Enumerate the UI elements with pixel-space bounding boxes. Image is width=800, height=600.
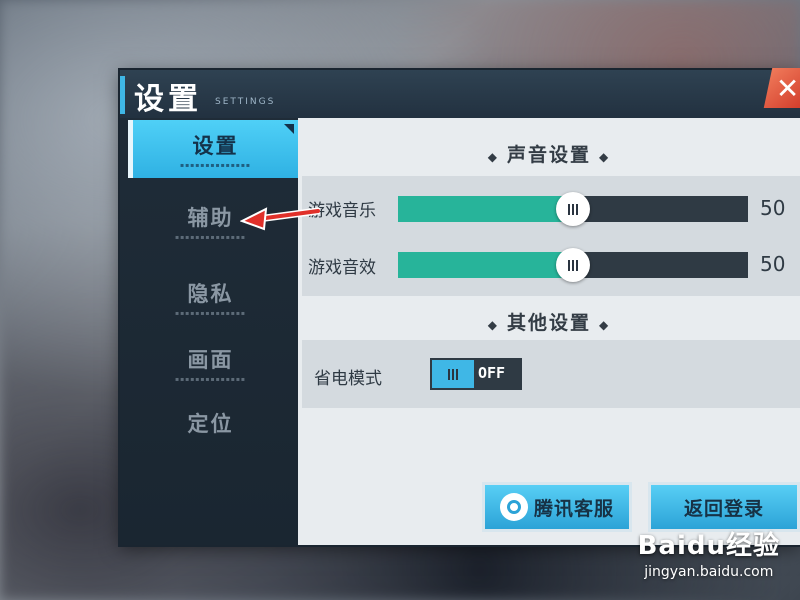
settings-content: ◆ 声音设置 ◆ 游戏音乐 50 游戏音效 50 ◆ 其他设置 ◆ 省电模式 O… [298,118,800,545]
dialog-subtitle: SETTINGS [215,97,276,107]
close-icon: ✕ [776,71,800,105]
sidebar-item-label: 画面 [187,347,234,372]
dialog-title: 设置 [134,82,202,117]
grip-icon [568,203,578,215]
other-settings-panel: 省电模式 OFF [302,340,800,408]
power-saving-label: 省电模式 [314,369,382,389]
grip-icon [448,368,458,380]
watermark-brand: Baidu经验 [637,531,780,561]
sidebar-item-label: 辅助 [187,205,234,230]
sound-settings-panel: 游戏音乐 50 游戏音效 50 [302,176,800,296]
customer-service-label: 腾讯客服 [533,497,614,520]
effects-slider-knob[interactable] [556,248,590,282]
grip-icon [568,259,578,271]
sound-section-title: ◆ 声音设置 ◆ [487,144,611,166]
sidebar-item-decor: ▪▪▪▪▪▪▪▪▪▪▪▪▪▪ [175,309,246,317]
diamond-icon: ◆ [599,150,611,164]
sidebar-item-decor: ▪▪▪▪▪▪▪▪▪▪▪▪▪▪ [175,233,246,241]
title-accent-bar [120,76,125,114]
customer-service-button[interactable]: 腾讯客服 [482,482,632,532]
sidebar-item-decor: ▪▪▪▪▪▪▪▪▪▪▪▪▪▪ [180,161,251,169]
music-slider-fill [398,196,573,222]
close-button[interactable]: ✕ [763,68,800,108]
return-login-label: 返回登录 [683,497,764,520]
music-value: 50 [760,196,786,220]
settings-dialog: 设置 SETTINGS ✕ 设置 ▪▪▪▪▪▪▪▪▪▪▪▪▪▪ 辅助 ▪▪▪▪▪… [120,68,800,545]
sidebar-item-display[interactable]: 画面 ▪▪▪▪▪▪▪▪▪▪▪▪▪▪ [128,334,293,392]
sidebar: 设置 ▪▪▪▪▪▪▪▪▪▪▪▪▪▪ 辅助 ▪▪▪▪▪▪▪▪▪▪▪▪▪▪ 隐私 ▪… [120,118,298,545]
toggle-state: OFF [478,364,506,382]
sidebar-item-settings[interactable]: 设置 ▪▪▪▪▪▪▪▪▪▪▪▪▪▪ [128,120,298,178]
effects-slider[interactable] [398,248,748,282]
diamond-icon: ◆ [599,318,611,332]
baidu-watermark: Baidu经验 jingyan.baidu.com [638,525,780,580]
effects-value: 50 [760,252,786,276]
effects-slider-fill [398,252,573,278]
sidebar-item-label: 设置 [192,133,239,158]
power-saving-toggle[interactable]: OFF [430,358,522,390]
sidebar-item-decor: ▪▪▪▪▪▪▪▪▪▪▪▪▪▪ [175,375,246,383]
sidebar-item-label: 隐私 [187,281,234,306]
toggle-thumb [432,360,474,388]
sidebar-item-label: 定位 [187,412,234,436]
music-slider-knob[interactable] [556,192,590,226]
headset-icon [499,493,528,521]
watermark-url: jingyan.baidu.com [644,564,774,580]
sidebar-item-privacy[interactable]: 隐私 ▪▪▪▪▪▪▪▪▪▪▪▪▪▪ [128,268,293,326]
diamond-icon: ◆ [487,318,499,332]
diamond-icon: ◆ [487,150,499,164]
effects-label: 游戏音效 [308,258,376,278]
annotation-arrow-icon [240,207,320,231]
other-section-title: ◆ 其他设置 ◆ [487,312,611,334]
dialog-titlebar: 设置 SETTINGS ✕ [120,68,800,120]
music-slider[interactable] [398,192,748,226]
sidebar-item-location[interactable]: 定位 [128,394,293,452]
